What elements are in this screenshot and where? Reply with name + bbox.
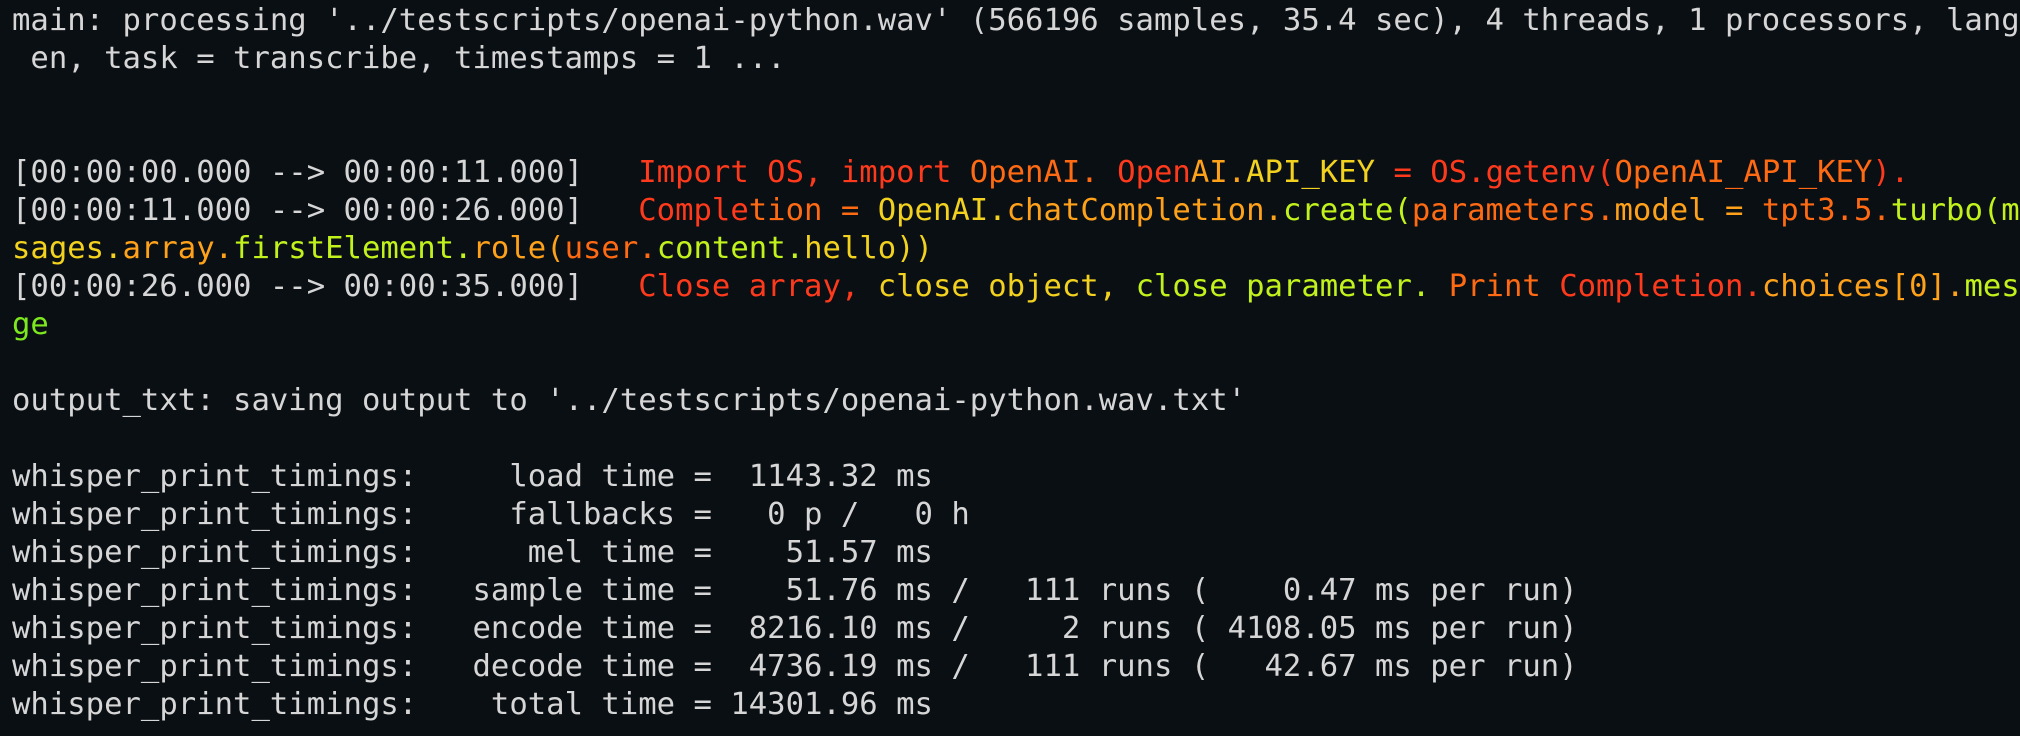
terminal-text: [00:00:11.000 --> 00:00:26.000] <box>12 193 639 228</box>
terminal-text: OpenAI_API_KEY <box>1614 155 1873 190</box>
terminal-text: whisper_print_timings: decode time = 473… <box>12 649 1578 684</box>
terminal-text: sages. <box>12 231 123 266</box>
terminal-text: whisper_print_timings: fallbacks = 0 p /… <box>12 497 970 532</box>
terminal-line: whisper_print_timings: encode time = 821… <box>12 610 2020 648</box>
terminal-text: role( <box>472 231 565 266</box>
terminal-text: Import OS, import <box>638 155 970 190</box>
terminal-text: Completion. <box>1559 269 1762 304</box>
terminal-text: whisper_print_timings: sample time = 51.… <box>12 573 1578 608</box>
terminal-text: tpt3.5. <box>1761 193 1891 228</box>
terminal-text: tion = <box>748 193 878 228</box>
terminal-line: [00:00:00.000 --> 00:00:11.000] Import O… <box>12 154 2020 192</box>
terminal-line: whisper_print_timings: mel time = 51.57 … <box>12 534 2020 572</box>
terminal-text: output_txt: saving output to '../testscr… <box>12 383 1247 418</box>
terminal-text: AI. <box>1190 155 1247 190</box>
terminal-text: [00:00:00.000 --> 00:00:11.000] <box>12 155 639 190</box>
terminal-text: close parameter. <box>1135 269 1449 304</box>
terminal-text: parameters. <box>1411 193 1615 228</box>
terminal-text: [00:00:26.000 --> 00:00:35.000] <box>12 269 639 304</box>
terminal-line: whisper_print_timings: load time = 1143.… <box>12 458 2020 496</box>
terminal-text: turbo(mes <box>1890 193 2020 228</box>
terminal-text: model = <box>1614 193 1762 228</box>
terminal-text: API_KEY <box>1246 155 1376 190</box>
terminal-text: main: processing '../testscripts/openai-… <box>12 3 2020 38</box>
terminal-line: main: processing '../testscripts/openai-… <box>12 2 2020 40</box>
terminal-line: whisper_print_timings: total time = 1430… <box>12 686 2020 724</box>
terminal-line: [00:00:26.000 --> 00:00:35.000] Close ar… <box>12 268 2020 306</box>
terminal-text: Comple <box>638 193 749 228</box>
terminal-text: = OS. <box>1375 155 1486 190</box>
terminal-line: whisper_print_timings: decode time = 473… <box>12 648 2020 686</box>
terminal-line: sages.array.firstElement.role(user.conte… <box>12 230 2020 268</box>
terminal-text: content. <box>656 231 805 266</box>
terminal-text: choices[0]. <box>1761 269 1965 304</box>
terminal-text: firstElement. <box>233 231 473 266</box>
terminal-text: whisper_print_timings: load time = 1143.… <box>12 459 933 494</box>
terminal-text: whisper_print_timings: mel time = 51.57 … <box>12 535 933 570</box>
terminal-line: [00:00:11.000 --> 00:00:26.000] Completi… <box>12 192 2020 230</box>
terminal-line: whisper_print_timings: sample time = 51.… <box>12 572 2020 610</box>
terminal-text: whisper_print_timings: total time = 1430… <box>12 687 933 722</box>
terminal-line: output_txt: saving output to '../testscr… <box>12 382 2020 420</box>
terminal-line: ge <box>12 306 2020 344</box>
terminal-text: user. <box>564 231 657 266</box>
terminal-text: ge <box>12 307 49 342</box>
terminal-text: en, task = transcribe, timestamps = 1 ..… <box>12 41 786 76</box>
terminal-text: close object, <box>877 269 1136 304</box>
terminal-text: Open <box>1117 155 1191 190</box>
terminal-text: ). <box>1872 155 1910 190</box>
terminal-line: en, task = transcribe, timestamps = 1 ..… <box>12 40 2020 78</box>
terminal-text: messa <box>1964 269 2020 304</box>
terminal-text: array. <box>122 231 234 266</box>
terminal-text: getenv( <box>1485 155 1615 190</box>
terminal-output[interactable]: main: processing '../testscripts/openai-… <box>0 0 2020 736</box>
terminal-text: hello)) <box>804 231 933 266</box>
terminal-line: whisper_print_timings: fallbacks = 0 p /… <box>12 496 2020 534</box>
terminal-text: Print <box>1448 269 1560 304</box>
terminal-text: create( <box>1282 193 1412 228</box>
terminal-text: chatCompletion. <box>1006 193 1283 228</box>
terminal-text: whisper_print_timings: encode time = 821… <box>12 611 1578 646</box>
terminal-text: OpenAI. <box>877 193 1007 228</box>
terminal-text: Close array, <box>638 269 878 304</box>
terminal-text: OpenAI. <box>969 155 1118 190</box>
